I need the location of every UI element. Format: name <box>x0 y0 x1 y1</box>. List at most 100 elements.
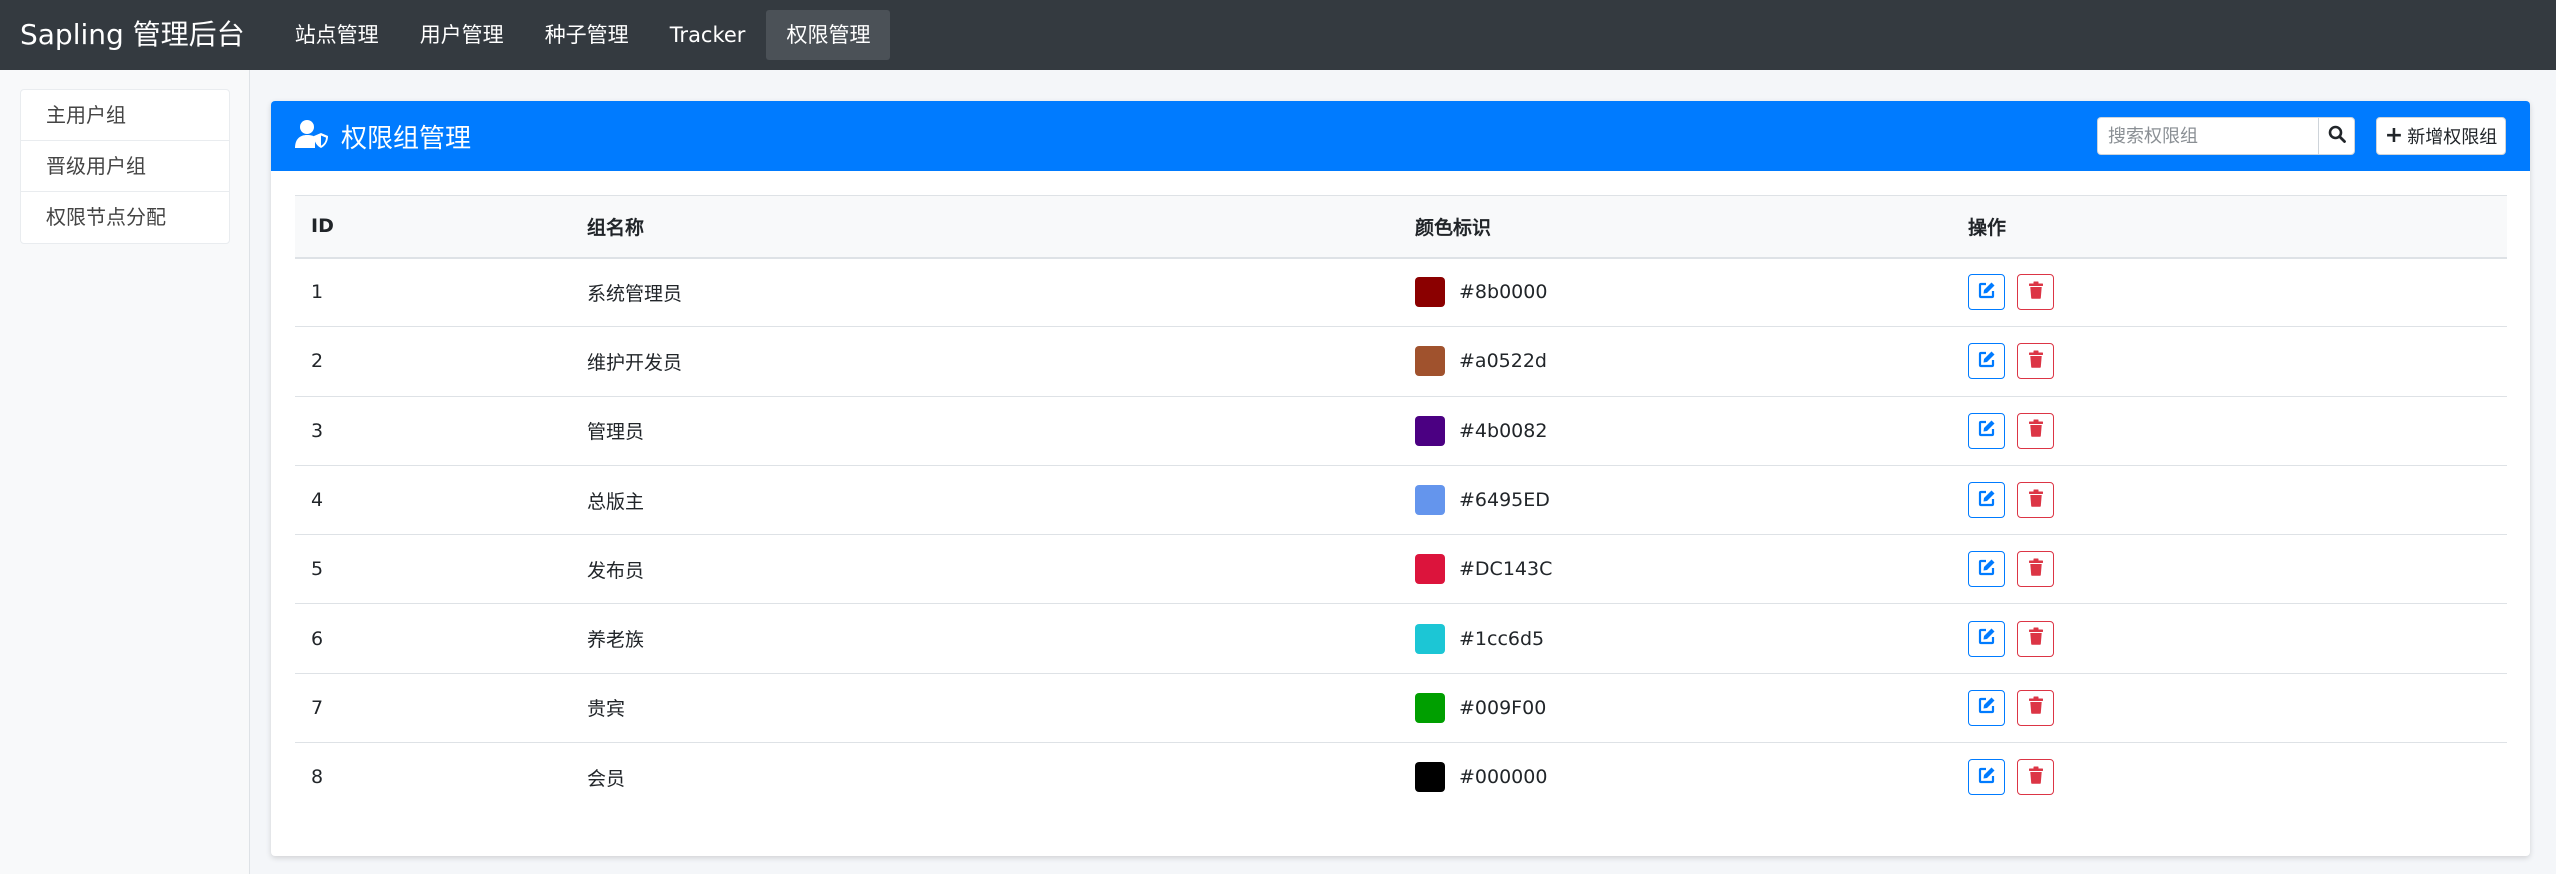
table-row: 6 养老族 #1cc6d5 <box>295 603 2507 674</box>
cell-color: #a0522d <box>1399 326 1952 397</box>
color-swatch <box>1415 277 1445 308</box>
color-hex: #DC143C <box>1459 558 1553 581</box>
nav-user-management[interactable]: 用户管理 <box>400 10 524 60</box>
cell-actions <box>1952 534 2507 605</box>
color-swatch <box>1415 692 1445 723</box>
card-header: 权限组管理 + 新增权限组 <box>271 101 2530 171</box>
cell-group-name: 系统管理员 <box>571 257 1399 328</box>
color-swatch <box>1415 554 1445 585</box>
cell-actions <box>1952 465 2507 536</box>
cell-id: 6 <box>295 603 571 674</box>
table-body: 1 系统管理员 #8b0000 2 维护开发员 #a0522d 3 管理员 #4b0082 4 总版… <box>295 257 2507 812</box>
trash-icon <box>2028 766 2044 789</box>
cell-color: #6495ED <box>1399 465 1952 536</box>
color-hex: #8b0000 <box>1459 281 1548 304</box>
nav-site-management[interactable]: 站点管理 <box>275 10 399 60</box>
cell-actions <box>1952 743 2507 812</box>
cell-color: #4b0082 <box>1399 396 1952 466</box>
card-title: 权限组管理 <box>341 123 472 154</box>
user-shield-icon <box>295 119 329 153</box>
table-row: 3 管理员 #4b0082 <box>295 396 2507 466</box>
search-group <box>2097 117 2355 155</box>
cell-group-name: 维护开发员 <box>571 326 1399 397</box>
edit-icon <box>1978 766 1996 789</box>
search-button[interactable] <box>2318 117 2355 155</box>
color-swatch <box>1415 346 1445 377</box>
top-navbar: Sapling 管理后台 站点管理 用户管理 种子管理 Tracker 权限管理 <box>0 0 2556 70</box>
delete-button[interactable] <box>2017 274 2054 311</box>
trash-icon <box>2028 558 2044 581</box>
cell-color: #000000 <box>1399 743 1952 812</box>
trash-icon <box>2028 350 2044 373</box>
delete-button[interactable] <box>2017 620 2054 657</box>
delete-button[interactable] <box>2017 689 2054 726</box>
trash-icon <box>2028 419 2044 442</box>
edit-button[interactable] <box>1968 412 2005 449</box>
table-row: 8 会员 #000000 <box>295 743 2507 812</box>
column-header-actions: 操作 <box>1952 195 2507 259</box>
cell-id: 2 <box>295 326 571 397</box>
cell-color: #DC143C <box>1399 534 1952 605</box>
edit-icon <box>1978 350 1996 373</box>
edit-button[interactable] <box>1968 343 2005 380</box>
cell-color: #009F00 <box>1399 673 1952 744</box>
trash-icon <box>2028 281 2044 304</box>
search-icon <box>2328 125 2346 147</box>
delete-button[interactable] <box>2017 343 2054 380</box>
edit-button[interactable] <box>1968 551 2005 588</box>
add-permission-group-button[interactable]: + 新增权限组 <box>2376 117 2506 155</box>
cell-actions <box>1952 673 2507 744</box>
nav-permission-management[interactable]: 权限管理 <box>766 10 891 60</box>
add-button-label: 新增权限组 <box>2407 127 2498 148</box>
cell-actions <box>1952 326 2507 397</box>
table-row: 5 发布员 #DC143C <box>295 534 2507 605</box>
column-header-name[interactable]: 组名称 <box>571 195 1399 259</box>
color-swatch <box>1415 623 1445 654</box>
cell-id: 5 <box>295 534 571 605</box>
color-swatch <box>1415 485 1445 516</box>
nav-torrent-management[interactable]: 种子管理 <box>525 10 649 60</box>
sidebar-menu: 主用户组 晋级用户组 权限节点分配 <box>20 89 230 244</box>
search-input[interactable] <box>2097 117 2318 155</box>
edit-button[interactable] <box>1968 482 2005 519</box>
color-hex: #000000 <box>1459 766 1548 789</box>
cell-group-name: 会员 <box>587 767 626 790</box>
trash-icon <box>2028 489 2044 512</box>
cell-group-name: 总版主 <box>571 465 1399 536</box>
cell-color: #1cc6d5 <box>1399 603 1952 674</box>
cell-actions <box>1952 603 2507 674</box>
delete-button[interactable] <box>2017 412 2054 449</box>
edit-button[interactable] <box>1968 620 2005 657</box>
cell-id: 3 <box>295 396 571 466</box>
color-hex: #1cc6d5 <box>1459 627 1545 650</box>
sidebar-item-promotion-user-group[interactable]: 晋级用户组 <box>21 141 229 192</box>
cell-group-name: 养老族 <box>571 603 1399 674</box>
edit-icon <box>1978 489 1996 512</box>
color-hex: #6495ED <box>1459 489 1550 512</box>
edit-button[interactable] <box>1968 759 2005 796</box>
cell-id: 1 <box>295 257 571 328</box>
color-swatch <box>1415 762 1445 793</box>
trash-icon <box>2028 696 2044 719</box>
sidebar-item-main-user-group[interactable]: 主用户组 <box>21 90 229 141</box>
delete-button[interactable] <box>2017 551 2054 588</box>
column-header-color[interactable]: 颜色标识 <box>1399 195 1952 259</box>
table-row: 4 总版主 #6495ED <box>295 465 2507 536</box>
column-header-id[interactable]: ID <box>295 195 571 259</box>
edit-button[interactable] <box>1968 274 2005 311</box>
permission-group-table: ID 组名称 颜色标识 操作 1 系统管理员 #8b0000 2 维护开发员 #a0522… <box>295 195 2507 812</box>
edit-icon <box>1978 419 1996 442</box>
edit-icon <box>1978 281 1996 304</box>
edit-button[interactable] <box>1968 689 2005 726</box>
plus-icon: + <box>2384 123 2404 148</box>
color-hex: #a0522d <box>1459 350 1547 373</box>
cell-group-name: 管理员 <box>571 396 1399 466</box>
color-hex: #009F00 <box>1459 696 1547 719</box>
sidebar-item-permission-node-assign[interactable]: 权限节点分配 <box>21 192 229 243</box>
cell-group-name: 发布员 <box>571 534 1399 605</box>
delete-button[interactable] <box>2017 482 2054 519</box>
delete-button[interactable] <box>2017 759 2054 796</box>
brand-title[interactable]: Sapling 管理后台 <box>20 0 245 70</box>
cell-actions <box>1952 257 2507 328</box>
nav-tracker[interactable]: Tracker <box>650 10 766 60</box>
